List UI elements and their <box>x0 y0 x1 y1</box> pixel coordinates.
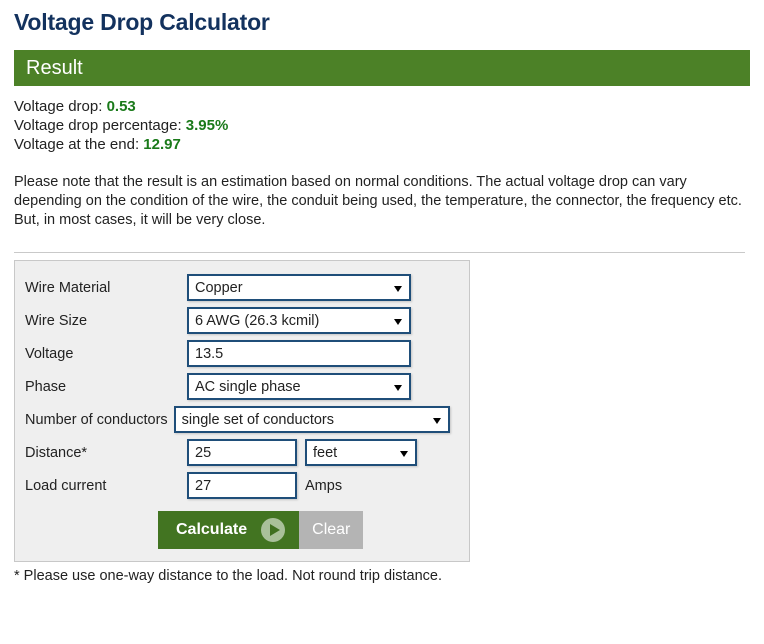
form-row-number-of-conductors: Number of conductors single set of condu… <box>15 403 469 436</box>
form-button-row: Calculate Clear <box>15 511 469 549</box>
input-voltage[interactable]: 13.5 <box>187 340 411 367</box>
label-wire-material: Wire Material <box>25 279 111 296</box>
form-row-wire-material: Wire Material Copper <box>15 271 469 304</box>
play-arrow-icon <box>261 518 286 542</box>
form-row-phase: Phase AC single phase <box>15 370 469 403</box>
calculator-form-panel: Wire Material Copper Wire Size 6 AWG (26… <box>14 260 470 562</box>
clear-button[interactable]: Clear <box>299 511 364 549</box>
label-number-of-conductors: Number of conductors <box>25 411 168 428</box>
result-section-header: Result <box>14 50 750 86</box>
result-disclaimer-note: Please note that the result is an estima… <box>14 174 742 228</box>
chevron-down-icon <box>394 285 402 292</box>
page-title: Voltage Drop Calculator <box>14 9 270 35</box>
select-wire-size-value: 6 AWG (26.3 kcmil) <box>195 312 320 329</box>
form-row-distance: Distance* 25 feet <box>15 436 469 469</box>
input-load-current-value: 27 <box>195 477 212 494</box>
label-distance: Distance* <box>25 444 88 461</box>
result-line-voltage-at-end: Voltage at the end: 12.97 <box>14 135 750 154</box>
result-value-voltage-at-end: 12.97 <box>143 136 181 153</box>
result-values-list: Voltage drop: 0.53 Voltage drop percenta… <box>14 97 750 154</box>
label-load-current-unit: Amps <box>305 477 343 494</box>
form-row-voltage: Voltage 13.5 <box>15 337 469 370</box>
calculate-button-label: Calculate <box>176 521 248 538</box>
form-footnote: * Please use one-way distance to the loa… <box>14 568 443 584</box>
label-load-current: Load current <box>25 477 107 494</box>
input-distance[interactable]: 25 <box>187 439 297 466</box>
select-distance-unit[interactable]: feet <box>305 439 417 466</box>
select-wire-material-value: Copper <box>195 279 243 296</box>
label-wire-size: Wire Size <box>25 312 88 329</box>
select-number-of-conductors-value: single set of conductors <box>181 411 334 428</box>
result-label-voltage-at-end: Voltage at the end: <box>14 136 144 153</box>
select-phase[interactable]: AC single phase <box>187 373 411 400</box>
select-wire-size[interactable]: 6 AWG (26.3 kcmil) <box>187 307 411 334</box>
select-number-of-conductors[interactable]: single set of conductors <box>173 406 450 433</box>
input-voltage-value: 13.5 <box>195 345 224 362</box>
result-value-voltage-drop: 0.53 <box>106 98 136 115</box>
select-phase-value: AC single phase <box>195 378 301 395</box>
input-load-current[interactable]: 27 <box>187 472 297 499</box>
result-label-voltage-drop: Voltage drop: <box>14 98 107 115</box>
result-value-voltage-drop-percentage: 3.95% <box>185 117 229 134</box>
result-line-voltage-drop-percentage: Voltage drop percentage: 3.95% <box>14 116 750 135</box>
chevron-down-icon <box>400 450 408 457</box>
chevron-down-icon <box>432 417 441 424</box>
label-phase: Phase <box>25 378 67 395</box>
select-distance-unit-value: feet <box>313 444 338 461</box>
page-container: Voltage Drop Calculator Result Voltage d… <box>0 8 764 584</box>
input-distance-value: 25 <box>195 444 212 461</box>
label-voltage: Voltage <box>25 345 74 362</box>
form-row-wire-size: Wire Size 6 AWG (26.3 kcmil) <box>15 304 469 337</box>
chevron-down-icon <box>394 384 402 391</box>
select-wire-material[interactable]: Copper <box>187 274 411 301</box>
chevron-down-icon <box>394 318 402 325</box>
result-line-voltage-drop: Voltage drop: 0.53 <box>14 97 750 116</box>
form-row-load-current: Load current 27 Amps <box>15 469 469 502</box>
calculate-button[interactable]: Calculate <box>158 511 300 549</box>
section-divider <box>14 252 745 253</box>
result-label-voltage-drop-percentage: Voltage drop percentage: <box>14 117 186 134</box>
